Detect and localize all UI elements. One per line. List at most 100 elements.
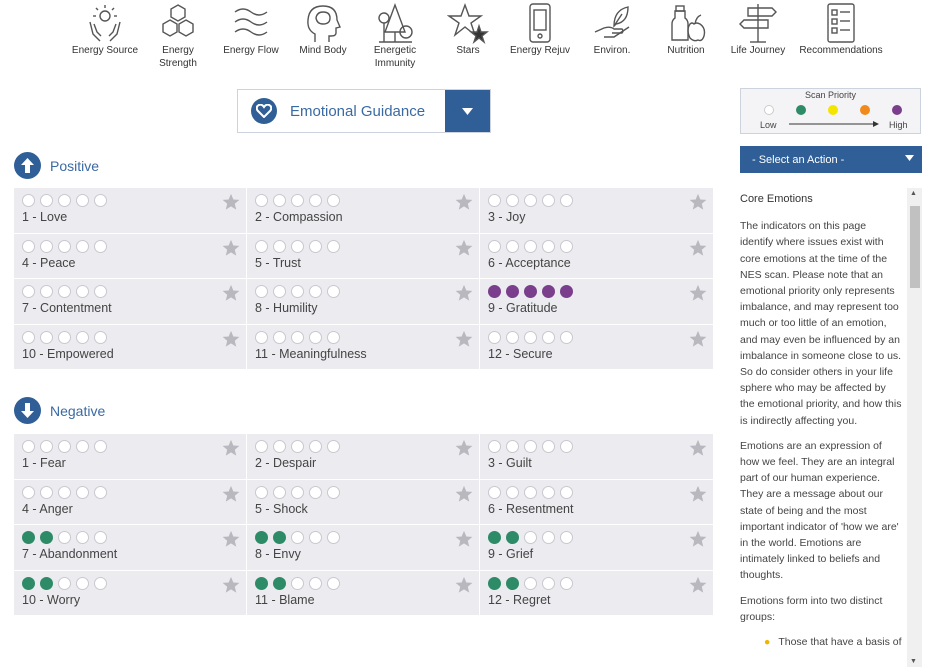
emotion-cell[interactable]: 3 - Guilt	[480, 434, 714, 480]
emotion-cell[interactable]: 6 - Acceptance	[480, 233, 714, 279]
emotion-cell[interactable]: 9 - Gratitude	[480, 279, 714, 325]
priority-dot	[327, 194, 340, 207]
star-icon[interactable]	[689, 330, 707, 348]
star-icon[interactable]	[222, 576, 240, 594]
emotion-cell[interactable]: 2 - Despair	[247, 434, 480, 480]
emotion-cell[interactable]: 7 - Abandonment	[14, 525, 247, 571]
star-icon[interactable]	[222, 239, 240, 257]
emotion-cell[interactable]: 11 - Meaningfulness	[247, 324, 480, 370]
nav-energy-rejuv[interactable]: Energy Rejuv	[508, 0, 572, 70]
priority-dot	[524, 285, 537, 298]
star-icon[interactable]	[222, 439, 240, 457]
priority-dot	[40, 239, 53, 253]
dropdown-toggle-button[interactable]	[445, 90, 490, 132]
nav-nutrition[interactable]: Nutrition	[659, 0, 713, 70]
emotion-cell[interactable]: 8 - Humility	[247, 279, 480, 325]
emotion-cell[interactable]: 6 - Resentment	[480, 479, 714, 525]
priority-dot	[560, 576, 573, 590]
emotion-cell[interactable]: 1 - Love	[14, 188, 247, 234]
priority-dot	[94, 576, 107, 590]
star-icon[interactable]	[455, 530, 473, 548]
nav-mind-body[interactable]: Mind Body	[294, 0, 352, 70]
star-icon[interactable]	[222, 485, 240, 503]
priority-dot	[327, 239, 340, 253]
emotion-cell[interactable]: 11 - Blame	[247, 570, 480, 616]
nav-energy-source[interactable]: Energy Source	[68, 0, 142, 70]
star-icon[interactable]	[455, 330, 473, 348]
star-icon[interactable]	[455, 485, 473, 503]
star-icon[interactable]	[689, 239, 707, 257]
star-icon[interactable]	[455, 239, 473, 257]
emotion-cell[interactable]: 10 - Empowered	[14, 324, 247, 370]
priority-dots	[488, 330, 713, 344]
emotion-label: 5 - Shock	[255, 501, 308, 516]
priority-dot	[58, 194, 71, 207]
priority-dot	[40, 576, 53, 590]
star-icon[interactable]	[689, 284, 707, 302]
scroll-thumb[interactable]	[910, 206, 920, 288]
emotion-cell[interactable]: 12 - Secure	[480, 324, 714, 370]
priority-dot	[22, 576, 35, 590]
star-icon[interactable]	[689, 193, 707, 211]
star-icon[interactable]	[455, 439, 473, 457]
nav-life-journey[interactable]: Life Journey	[727, 0, 789, 70]
emotion-cell[interactable]: 4 - Peace	[14, 233, 247, 279]
emotion-cell[interactable]: 8 - Envy	[247, 525, 480, 571]
emotion-cell[interactable]: 9 - Grief	[480, 525, 714, 571]
guidance-dropdown[interactable]: Emotional Guidance	[237, 89, 491, 133]
priority-dots	[488, 440, 713, 453]
nav-stars[interactable]: Stars	[440, 0, 496, 70]
priority-dots	[22, 330, 246, 344]
priority-dot	[22, 239, 35, 253]
nav-energy-flow[interactable]: Energy Flow	[220, 0, 282, 70]
select-action-dropdown[interactable]: - Select an Action -	[740, 146, 922, 173]
nav-energetic-immunity[interactable]: Energetic Immunity	[367, 0, 423, 70]
priority-dot	[488, 194, 501, 207]
emotion-cell[interactable]: 4 - Anger	[14, 479, 247, 525]
priority-dot	[524, 194, 537, 207]
emotion-cell[interactable]: 10 - Worry	[14, 570, 247, 616]
star-icon[interactable]	[455, 284, 473, 302]
star-icon[interactable]	[455, 576, 473, 594]
nav-label: Energy Source	[71, 45, 139, 56]
priority-dots	[22, 485, 246, 499]
priority-dot	[309, 330, 322, 344]
heart-icon	[251, 98, 277, 124]
emotion-cell[interactable]: 7 - Contentment	[14, 279, 247, 325]
section-title: Negative	[50, 402, 106, 419]
priority-dots	[488, 194, 713, 207]
priority-dots	[22, 285, 246, 298]
emotion-label: 12 - Regret	[488, 592, 551, 607]
priority-dot	[76, 239, 89, 253]
star-icon[interactable]	[689, 530, 707, 548]
priority-dot	[76, 330, 89, 344]
priority-dots	[22, 194, 246, 207]
star-icon[interactable]	[455, 193, 473, 211]
negative-emotions-grid: 1 - Fear 2 - Despair 3 - Guilt 4 - Anger 5 -…	[14, 434, 714, 616]
nav-energy-strength[interactable]: Energy Strength	[152, 0, 204, 70]
nav-environ[interactable]: Environ.	[586, 0, 638, 70]
nav-recommendations[interactable]: Recommendations	[796, 0, 886, 70]
emotion-cell[interactable]: 1 - Fear	[14, 434, 247, 480]
info-scrollbar[interactable]: ▲ ▼	[907, 188, 922, 667]
star-icon[interactable]	[222, 530, 240, 548]
scroll-up-icon[interactable]: ▲	[910, 190, 917, 197]
emotion-cell[interactable]: 3 - Joy	[480, 188, 714, 234]
star-icon[interactable]	[689, 485, 707, 503]
priority-dot	[488, 576, 501, 590]
star-icon[interactable]	[689, 576, 707, 594]
emotion-cell[interactable]: 12 - Regret	[480, 570, 714, 616]
star-icon[interactable]	[222, 330, 240, 348]
scroll-down-icon[interactable]: ▼	[910, 658, 917, 665]
emotion-cell[interactable]: 5 - Shock	[247, 479, 480, 525]
emotion-label: 11 - Blame	[255, 592, 315, 607]
star-icon[interactable]	[222, 193, 240, 211]
priority-dot	[94, 531, 107, 544]
emotion-cell[interactable]: 5 - Trust	[247, 233, 480, 279]
emotion-cell[interactable]: 2 - Compassion	[247, 188, 480, 234]
star-icon[interactable]	[689, 439, 707, 457]
priority-dot	[327, 330, 340, 344]
emotion-label: 8 - Envy	[255, 547, 301, 561]
star-icon[interactable]	[222, 284, 240, 302]
priority-dot	[255, 576, 268, 590]
